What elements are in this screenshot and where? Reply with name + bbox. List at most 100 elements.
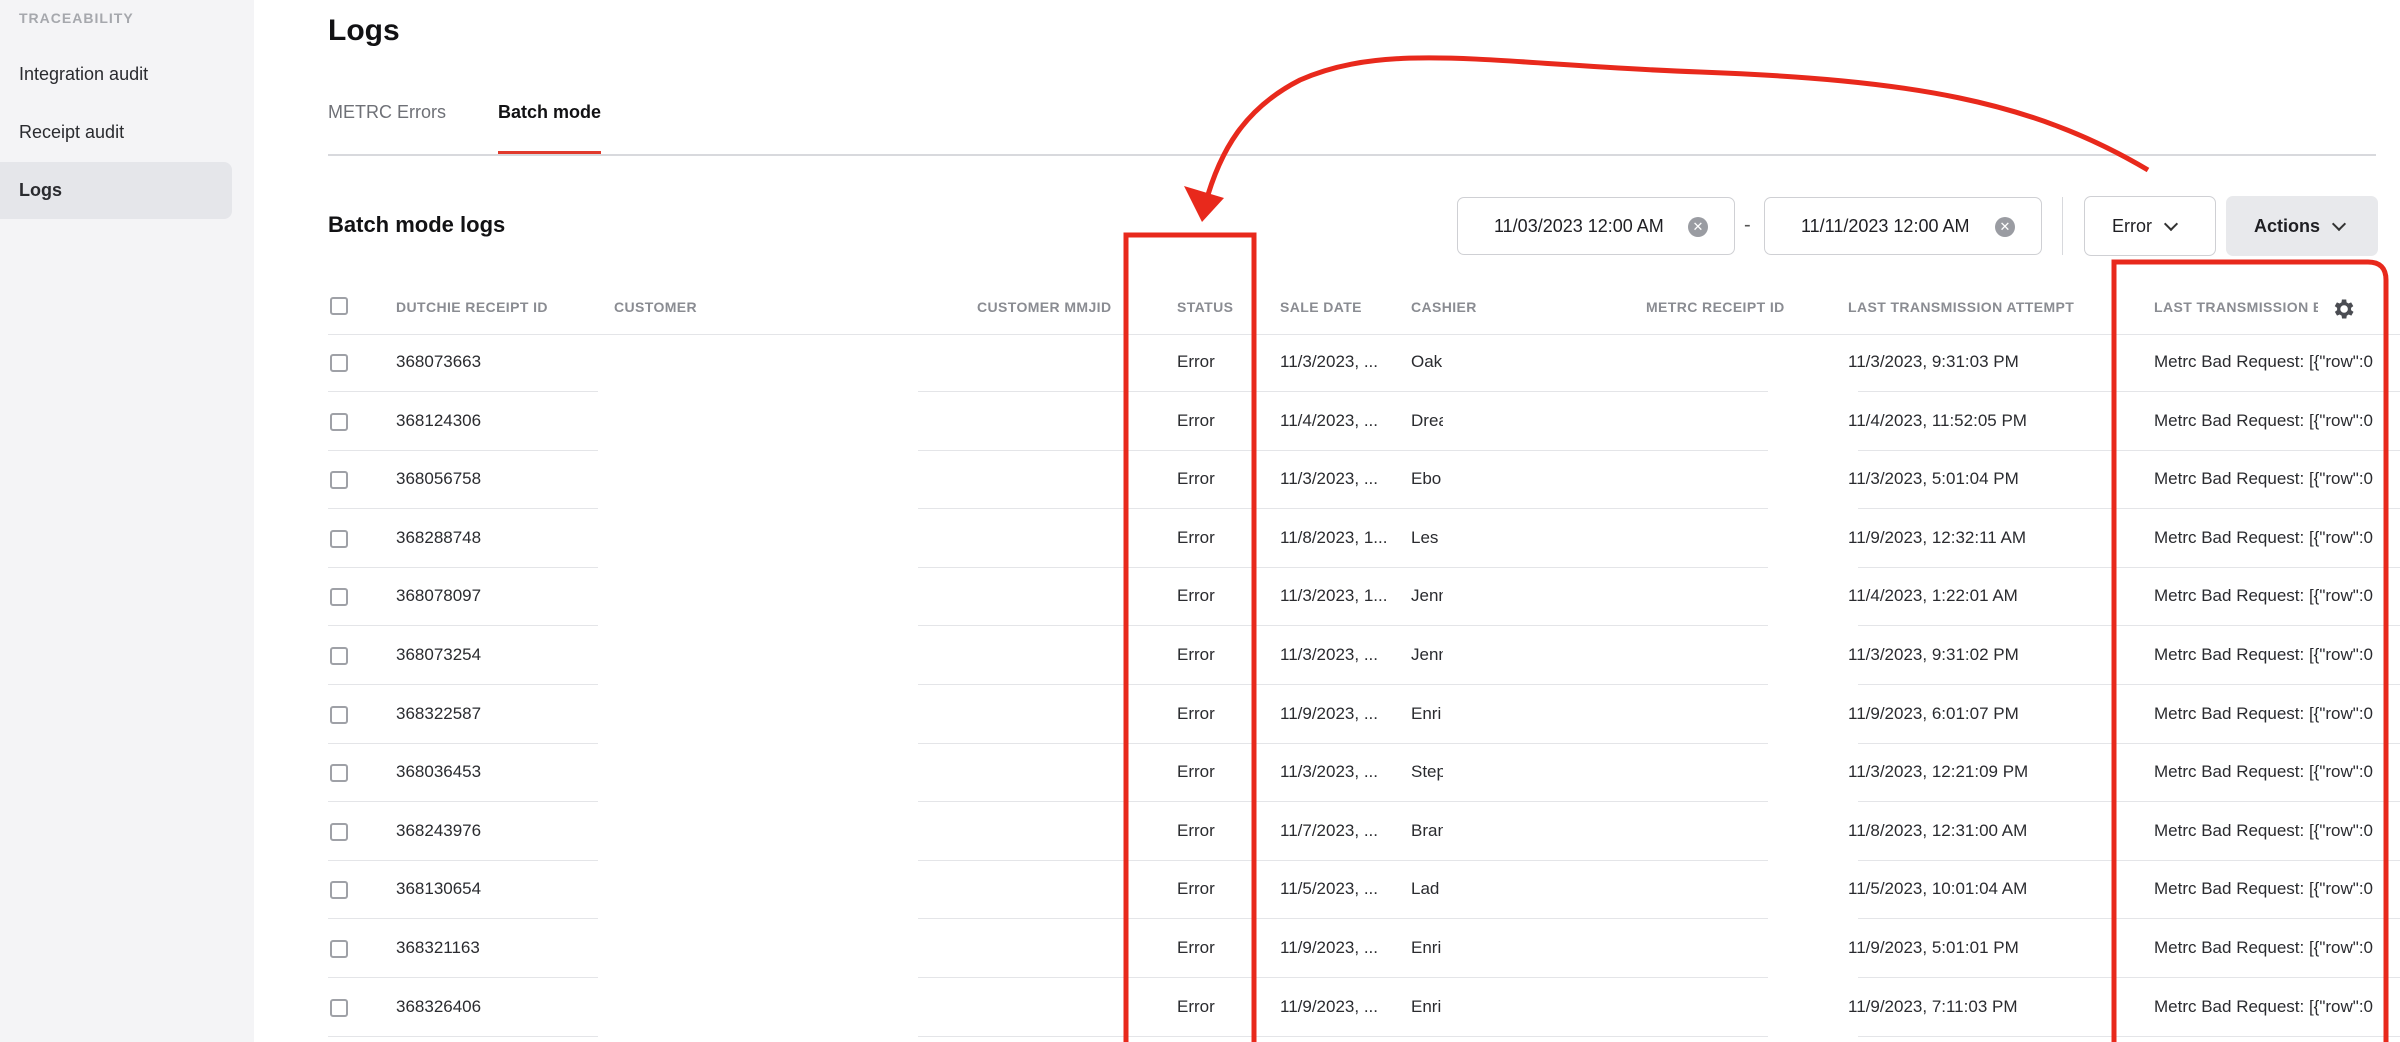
select-all-checkbox[interactable]	[330, 297, 348, 315]
start-date-field[interactable]: 11/03/2023 12:00 AM ✕	[1457, 197, 1735, 255]
cell-receipt-id: 368288748	[396, 527, 482, 547]
cell-receipt-id: 368036453	[396, 762, 482, 782]
cell-last-attempt: 11/4/2023, 1:22:01 AM	[1848, 586, 2018, 606]
table-row[interactable]: 368036453 Error 11/3/2023, ... Step 11/3…	[328, 744, 2400, 803]
cell-cashier: Les	[1411, 527, 1439, 547]
row-checkbox[interactable]	[330, 588, 348, 607]
cell-last-error: Metrc Bad Request: [{"row":0	[2154, 410, 2373, 430]
cell-last-attempt: 11/9/2023, 12:32:11 AM	[1848, 527, 2027, 547]
row-checkbox[interactable]	[330, 647, 348, 665]
table-row[interactable]: 368073663 Error 11/3/2023, ... Oak 11/3/…	[328, 334, 2400, 392]
header-metrc-receipt-id[interactable]: METRC RECEIPT ID	[1646, 299, 1785, 315]
row-checkbox[interactable]	[330, 412, 348, 431]
header-status[interactable]: STATUS	[1177, 299, 1233, 315]
cell-last-error: Metrc Bad Request: [{"row":0	[2154, 879, 2373, 899]
end-date-field[interactable]: 11/11/2023 12:00 AM ✕	[1764, 197, 2042, 255]
clear-icon[interactable]: ✕	[1995, 217, 2015, 237]
status-filter-dropdown[interactable]: Error	[2084, 196, 2216, 256]
cell-status: Error	[1177, 527, 1215, 547]
header-dutchie-receipt-id[interactable]: DUTCHIE RECEIPT ID	[396, 299, 548, 315]
cell-receipt-id: 368124306	[396, 410, 482, 430]
sidebar-item-receipt-audit[interactable]: Receipt audit	[0, 104, 232, 161]
table-row[interactable]: 368243976 Error 11/7/2023, ... Bran 11/8…	[328, 803, 2400, 861]
row-checkbox[interactable]	[330, 354, 348, 372]
table-row[interactable]: 368130654 Error 11/5/2023, ... Lad 11/5/…	[328, 861, 2400, 920]
cell-status: Error	[1177, 820, 1215, 840]
cell-cashier: Enri	[1411, 996, 1442, 1016]
sidebar-item-logs[interactable]: Logs	[0, 162, 232, 219]
row-checkbox[interactable]	[330, 764, 348, 783]
sidebar-item-label: Integration audit	[19, 64, 149, 84]
row-checkbox[interactable]	[330, 705, 348, 724]
cell-last-attempt: 11/3/2023, 9:31:03 PM	[1848, 352, 2019, 371]
table-row[interactable]: 368322587 Error 11/9/2023, ... Enri 11/9…	[328, 686, 2400, 744]
cell-last-error: Metrc Bad Request: [{"row":0	[2154, 938, 2373, 957]
cell-cashier: Enri	[1411, 938, 1442, 957]
row-divider	[918, 1035, 1768, 1037]
sidebar: TRACEABILITY Integration audit Receipt a…	[0, 0, 254, 1042]
cell-status: Error	[1177, 762, 1215, 782]
cell-last-attempt: 11/8/2023, 12:31:00 AM	[1848, 820, 2028, 840]
table-row[interactable]: 368124306 Error 11/4/2023, ... Drea 11/4…	[328, 393, 2400, 451]
actions-label: Actions	[2254, 215, 2321, 236]
cell-last-attempt: 11/3/2023, 5:01:04 PM	[1848, 469, 2019, 489]
cell-status: Error	[1177, 703, 1215, 723]
table-header: DUTCHIE RECEIPT ID CUSTOMER CUSTOMER MMJ…	[328, 282, 2400, 335]
cell-sale-date: 11/3/2023, ...	[1280, 352, 1378, 371]
cell-cashier: Step	[1411, 762, 1443, 782]
cell-sale-date: 11/3/2023, ...	[1280, 469, 1378, 489]
row-divider	[1858, 1035, 2400, 1037]
table-row[interactable]: 368321163 Error 11/9/2023, ... Enri 11/9…	[328, 920, 2400, 978]
header-last-transmission-attempt[interactable]: LAST TRANSMISSION ATTEMPT	[1848, 299, 2074, 315]
table-row[interactable]: 368288748 Error 11/8/2023, 1... Les 11/9…	[328, 510, 2400, 568]
cell-last-error: Metrc Bad Request: [{"row":0	[2154, 469, 2373, 489]
header-customer-mmjid[interactable]: CUSTOMER MMJID	[977, 299, 1111, 315]
cell-cashier: Enri	[1411, 703, 1442, 723]
page-title: Logs	[328, 14, 400, 47]
header-last-transmission-error[interactable]: LAST TRANSMISSION E	[2154, 299, 2318, 315]
cell-receipt-id: 368321163	[396, 938, 480, 957]
cell-cashier: Oak	[1411, 352, 1443, 371]
cell-cashier: Lad	[1411, 879, 1440, 899]
chevron-down-icon	[2331, 216, 2347, 231]
table-row[interactable]: 368056758 Error 11/3/2023, ... Ebo 11/3/…	[328, 451, 2400, 510]
tab-batch-mode[interactable]: Batch mode	[498, 102, 602, 154]
end-date-value: 11/11/2023 12:00 AM	[1801, 215, 1970, 236]
cell-last-attempt: 11/5/2023, 10:01:04 AM	[1848, 879, 2028, 899]
header-customer[interactable]: CUSTOMER	[614, 299, 697, 315]
cell-cashier: Jenn	[1411, 645, 1443, 664]
gear-icon[interactable]	[2330, 296, 2356, 322]
cell-receipt-id: 368073663	[396, 352, 482, 371]
cell-last-error: Metrc Bad Request: [{"row":0	[2154, 586, 2373, 606]
cell-sale-date: 11/3/2023, ...	[1280, 762, 1378, 782]
cell-last-attempt: 11/9/2023, 7:11:03 PM	[1848, 996, 2018, 1016]
cell-last-error: Metrc Bad Request: [{"row":0	[2154, 645, 2373, 664]
row-checkbox[interactable]	[330, 881, 348, 900]
table-row[interactable]: 368078097 Error 11/3/2023, 1... Jenn 11/…	[328, 568, 2400, 627]
sidebar-item-integration-audit[interactable]: Integration audit	[0, 46, 232, 103]
cell-status: Error	[1177, 879, 1215, 899]
table-row[interactable]: 368326406 Error 11/9/2023, ... Enri 11/9…	[328, 979, 2400, 1037]
status-filter-value: Error	[2112, 215, 2152, 236]
cell-sale-date: 11/7/2023, ...	[1280, 820, 1378, 840]
table-row[interactable]: 368073254 Error 11/3/2023, ... Jenn 11/3…	[328, 627, 2400, 685]
cell-receipt-id: 368056758	[396, 469, 482, 489]
header-cashier[interactable]: CASHIER	[1411, 299, 1477, 315]
tab-bar: METRC Errors Batch mode	[328, 96, 2376, 156]
cell-last-error: Metrc Bad Request: [{"row":0	[2154, 352, 2373, 371]
row-checkbox[interactable]	[330, 471, 348, 490]
row-checkbox[interactable]	[330, 822, 348, 841]
row-checkbox[interactable]	[330, 998, 348, 1017]
row-checkbox[interactable]	[330, 940, 348, 958]
divider	[2062, 197, 2063, 255]
sidebar-section-traceability: TRACEABILITY	[19, 10, 134, 26]
tab-metrc-errors[interactable]: METRC Errors	[328, 102, 446, 152]
header-sale-date[interactable]: SALE DATE	[1280, 299, 1362, 315]
clear-icon[interactable]: ✕	[1688, 217, 1708, 237]
cell-receipt-id: 368243976	[396, 820, 482, 840]
cell-sale-date: 11/9/2023, ...	[1280, 996, 1378, 1016]
cell-sale-date: 11/8/2023, 1...	[1280, 527, 1388, 547]
row-checkbox[interactable]	[330, 529, 348, 548]
actions-button[interactable]: Actions	[2226, 196, 2378, 256]
cell-sale-date: 11/5/2023, ...	[1280, 879, 1378, 899]
